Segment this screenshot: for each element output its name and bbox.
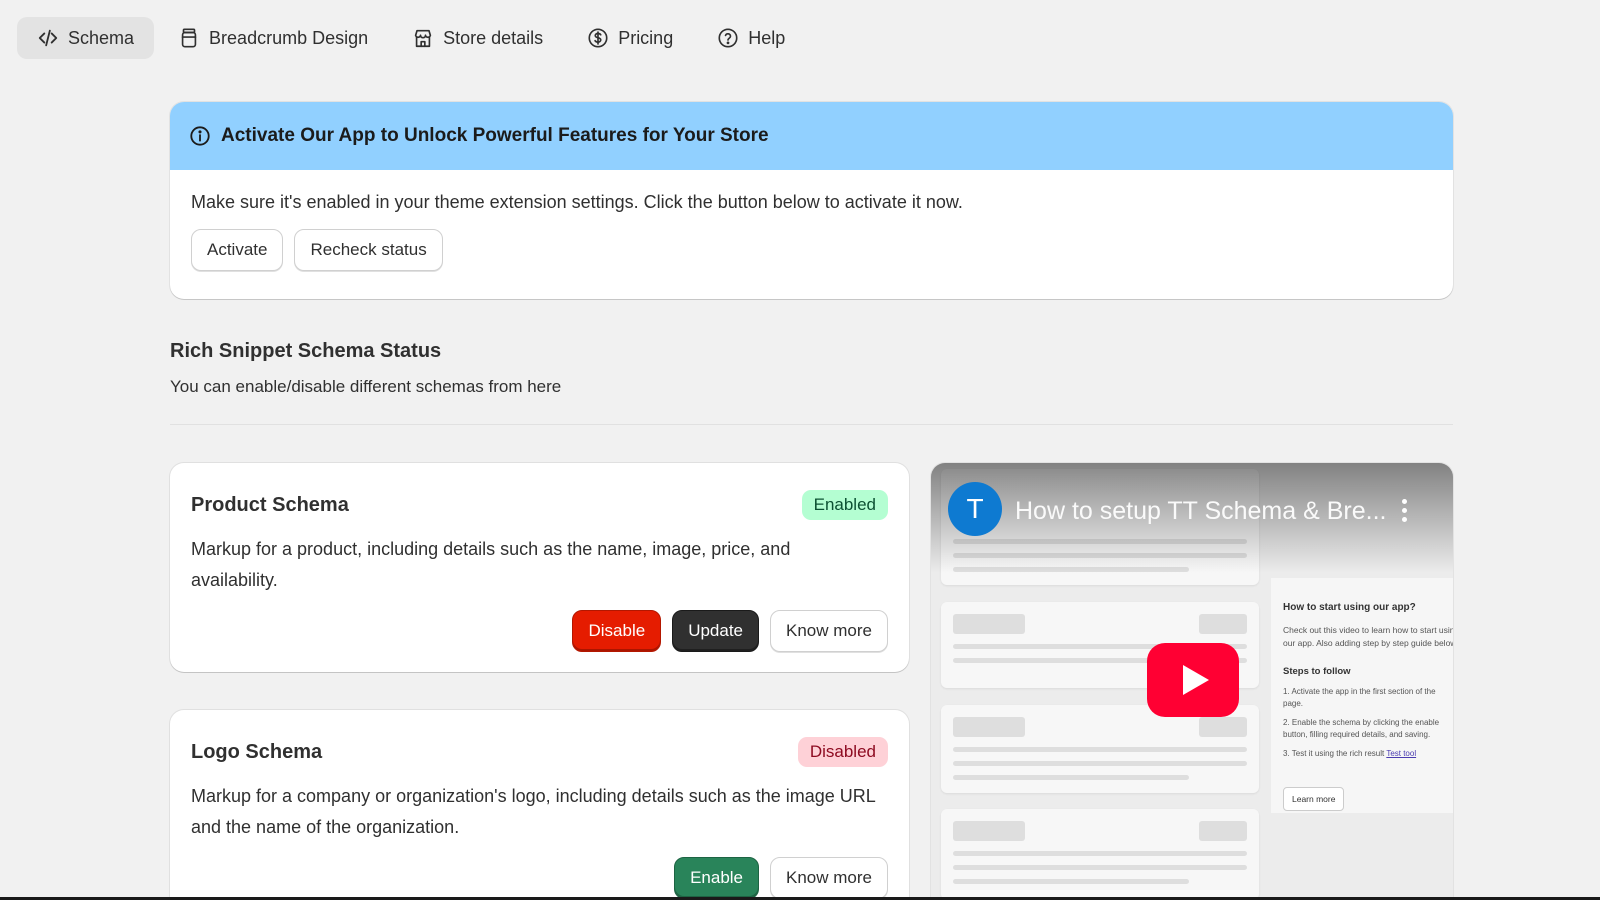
info-icon: [189, 125, 211, 147]
dollar-circle-icon: [587, 27, 609, 49]
update-button[interactable]: Update: [672, 610, 760, 652]
tab-schema[interactable]: Schema: [17, 17, 155, 59]
question-circle-icon: [717, 27, 739, 49]
banner-actions: Activate Recheck status: [191, 229, 1432, 271]
section-divider: [170, 424, 1453, 425]
tab-store-details[interactable]: Store details: [392, 17, 563, 59]
play-icon[interactable]: [1147, 643, 1239, 717]
step-text: 3. Test it using the rich result: [1283, 749, 1385, 758]
enable-button[interactable]: Enable: [674, 857, 760, 899]
section-subtitle: You can enable/disable different schemas…: [170, 377, 562, 396]
steps-list: 1. Activate the app in the first section…: [1283, 686, 1453, 767]
video-title[interactable]: How to setup TT Schema & Bre...: [1015, 497, 1395, 526]
banner-title: Activate Our App to Unlock Powerful Feat…: [221, 125, 769, 146]
tab-pricing[interactable]: Pricing: [567, 17, 693, 59]
top-nav: Schema Breadcrumb Design Store details P…: [17, 17, 805, 59]
step-item: 2. Enable the schema by clicking the ena…: [1283, 718, 1440, 739]
card-description: Markup for a company or organization's l…: [191, 786, 876, 837]
recheck-status-button[interactable]: Recheck status: [294, 229, 443, 271]
tab-help[interactable]: Help: [697, 17, 805, 59]
activation-banner: Activate Our App to Unlock Powerful Feat…: [170, 102, 1453, 299]
card-header: Logo Schema Disabled: [191, 736, 888, 768]
card-title: Product Schema: [191, 493, 349, 516]
card-header: Product Schema Enabled: [191, 489, 888, 521]
learn-more-button: Learn more: [1283, 787, 1345, 811]
product-schema-card: Product Schema Enabled Markup for a prod…: [170, 463, 909, 672]
jar-icon: [178, 27, 200, 49]
store-icon: [412, 27, 434, 49]
code-icon: [37, 27, 59, 49]
steps-heading: Steps to follow: [1283, 666, 1351, 677]
banner-text: Make sure it's enabled in your theme ext…: [191, 192, 963, 212]
tab-breadcrumb-design[interactable]: Breadcrumb Design: [158, 17, 388, 59]
guide-intro: Check out this video to learn how to sta…: [1283, 625, 1453, 648]
step-item: 3. Test it using the rich result Test to…: [1283, 748, 1453, 760]
video-guide-panel: How to start using our app? Check out th…: [1271, 578, 1453, 813]
channel-avatar[interactable]: T: [948, 482, 1002, 536]
test-tool-link: Test tool: [1386, 749, 1417, 758]
tab-label: Breadcrumb Design: [209, 27, 369, 48]
section-title: Rich Snippet Schema Status: [170, 340, 442, 362]
step-item: 1. Activate the app in the first section…: [1283, 687, 1436, 708]
card-actions: Disable Update Know more: [191, 610, 888, 652]
know-more-button[interactable]: Know more: [770, 610, 888, 652]
more-options-icon[interactable]: [1401, 499, 1409, 525]
logo-schema-card: Logo Schema Disabled Markup for a compan…: [170, 710, 909, 900]
tutorial-video[interactable]: How to start using our app? Check out th…: [931, 463, 1453, 900]
tab-label: Store details: [443, 27, 544, 48]
status-badge: Enabled: [801, 490, 888, 520]
card-actions: Enable Know more: [191, 857, 888, 899]
status-badge: Disabled: [797, 737, 888, 767]
video-mock-card: [941, 809, 1259, 900]
banner-body: Make sure it's enabled in your theme ext…: [170, 170, 1453, 293]
card-title: Logo Schema: [191, 740, 323, 763]
tab-label: Pricing: [618, 27, 674, 48]
banner-header: Activate Our App to Unlock Powerful Feat…: [170, 102, 1453, 170]
tab-label: Schema: [68, 27, 135, 48]
tab-label: Help: [748, 27, 786, 48]
card-description: Markup for a product, including details …: [191, 539, 791, 590]
activate-button[interactable]: Activate: [191, 229, 284, 271]
disable-button[interactable]: Disable: [572, 610, 662, 652]
video-mock-card: [941, 705, 1259, 793]
guide-heading: How to start using our app?: [1283, 602, 1416, 613]
know-more-button[interactable]: Know more: [770, 857, 888, 899]
app-page: Schema Breadcrumb Design Store details P…: [0, 0, 1600, 900]
